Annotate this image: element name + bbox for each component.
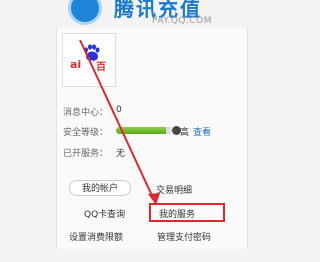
brand-url: PAY.QQ.COM [152,16,213,26]
my-services-highlight-box [149,203,225,222]
security-view-link[interactable]: 查看 [193,125,211,138]
header-brand: 腾讯充值 PAY.QQ.COM [62,0,250,26]
brand-logo-icon [68,0,102,25]
messages-label: 消息中心： [63,108,109,118]
security-level-text: 高 [180,128,190,138]
footer-strip [0,249,250,262]
manage-pay-password-link[interactable]: 管理支付密码 [157,230,211,243]
my-account-button[interactable]: 我的帐户 [69,180,131,196]
security-label: 安全等级： [63,128,109,138]
security-level-bar [116,127,172,134]
logo-ai-text: ai [70,58,82,71]
logo-du-text: du [84,58,97,68]
services-label: 已开服务： [63,149,109,159]
set-spending-limit-link[interactable]: 设置消费限额 [69,230,123,243]
transaction-details-link[interactable]: 交易明细 [156,183,192,196]
qq-card-query-link[interactable]: QQ卡查询 [84,207,125,220]
logo-bai-text: 百 [96,62,106,73]
security-level-fill [116,127,167,134]
services-value: 无 [116,149,126,159]
avatar[interactable]: ai du 百 [62,33,116,87]
messages-count-link[interactable]: 0 [116,105,122,115]
